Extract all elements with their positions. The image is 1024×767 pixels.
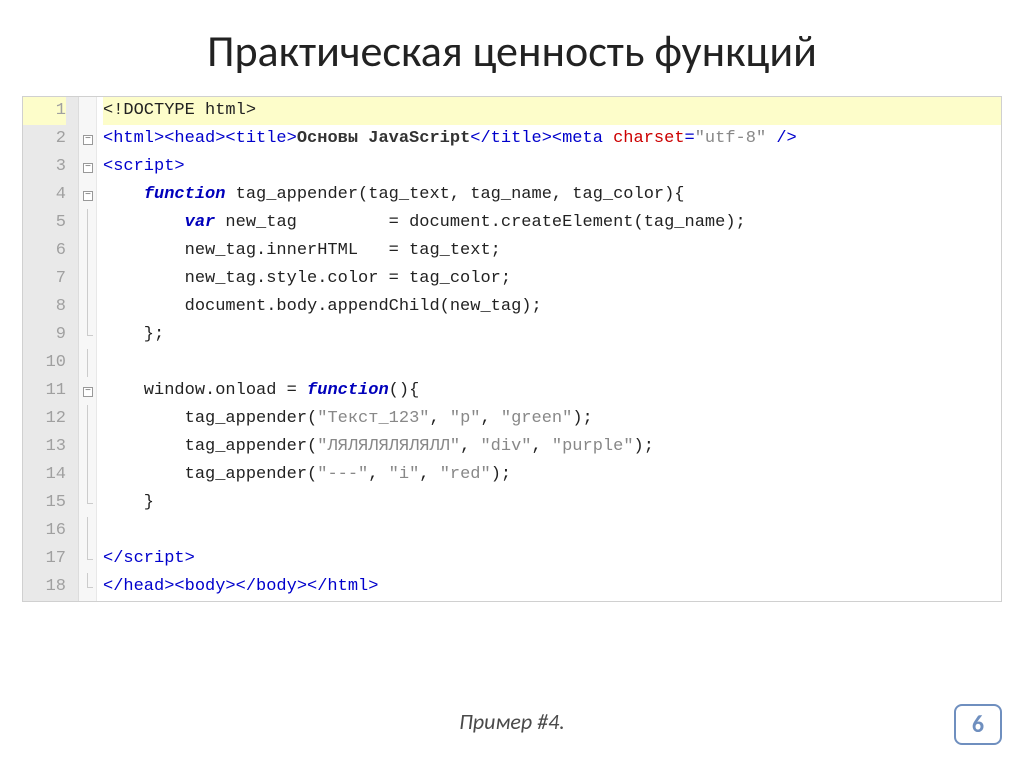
fold-marker [79,377,96,405]
fold-marker [79,293,96,321]
line-number: 1 [23,97,66,125]
fold-marker [79,265,96,293]
code-line: <!DOCTYPE html> [103,97,1001,125]
code-line: function tag_appender(tag_text, tag_name… [103,181,1001,209]
code-area: <!DOCTYPE html><html><head><title>Основы… [97,97,1001,601]
code-line: } [103,489,1001,517]
line-number: 8 [23,293,66,321]
fold-marker [79,125,96,153]
line-number-gutter: 123456789101112131415161718 [23,97,79,601]
line-number: 11 [23,377,66,405]
line-number: 10 [23,349,66,377]
code-line: tag_appender("---", "i", "red"); [103,461,1001,489]
line-number: 13 [23,433,66,461]
code-line: document.body.appendChild(new_tag); [103,293,1001,321]
line-number: 4 [23,181,66,209]
code-line: new_tag.innerHTML = tag_text; [103,237,1001,265]
code-line: }; [103,321,1001,349]
code-line: var new_tag = document.createElement(tag… [103,209,1001,237]
code-line: </script> [103,545,1001,573]
code-line: new_tag.style.color = tag_color; [103,265,1001,293]
line-number: 12 [23,405,66,433]
code-line: <html><head><title>Основы JavaScript</ti… [103,125,1001,153]
fold-marker [79,517,96,545]
fold-marker [79,97,96,125]
fold-column [79,97,97,601]
line-number: 3 [23,153,66,181]
line-number: 18 [23,573,66,601]
fold-marker [79,433,96,461]
line-number: 16 [23,517,66,545]
line-number: 7 [23,265,66,293]
fold-marker [79,489,96,517]
fold-marker [79,461,96,489]
fold-marker [79,545,96,573]
line-number: 14 [23,461,66,489]
code-line: <script> [103,153,1001,181]
code-line [103,517,1001,545]
fold-marker [79,209,96,237]
fold-marker [79,181,96,209]
line-number: 15 [23,489,66,517]
fold-marker [79,573,96,601]
fold-marker [79,405,96,433]
fold-marker [79,153,96,181]
page-number-badge: 6 [954,704,1002,745]
slide-title: Практическая ценность функций [0,0,1024,96]
code-line [103,349,1001,377]
example-caption: Пример #4. [0,708,1024,735]
line-number: 9 [23,321,66,349]
fold-marker [79,349,96,377]
fold-marker [79,237,96,265]
code-line: window.onload = function(){ [103,377,1001,405]
line-number: 2 [23,125,66,153]
code-line: tag_appender("Текст_123", "p", "green"); [103,405,1001,433]
code-editor: 123456789101112131415161718 <!DOCTYPE ht… [22,96,1002,602]
code-line: </head><body></body></html> [103,573,1001,601]
line-number: 6 [23,237,66,265]
line-number: 17 [23,545,66,573]
line-number: 5 [23,209,66,237]
fold-marker [79,321,96,349]
code-line: tag_appender("ЛЯЛЯЛЯЛЯЛЯЛЛ", "div", "pur… [103,433,1001,461]
